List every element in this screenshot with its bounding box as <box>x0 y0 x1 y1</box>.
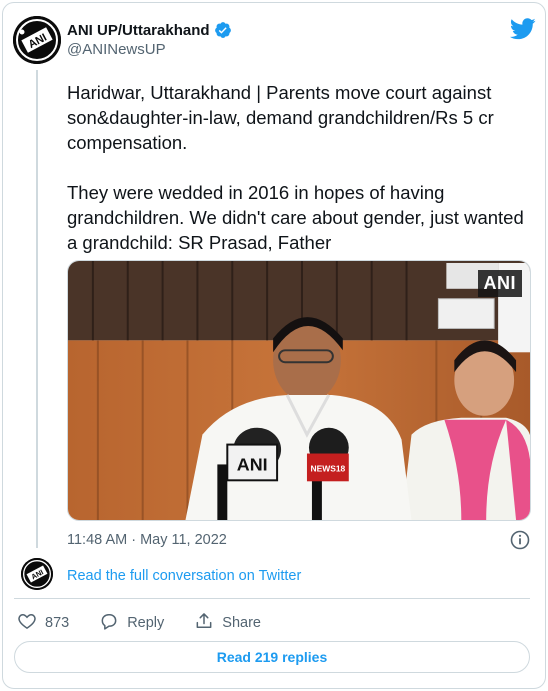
mic-label-news18: NEWS18 <box>310 463 345 473</box>
thread-connector-line <box>36 70 38 548</box>
media-watermark: ANI <box>477 270 522 297</box>
share-icon <box>194 611 214 635</box>
author-handle[interactable]: @ANINewsUP <box>67 41 232 58</box>
tweet-timestamp[interactable]: 11:48 AM · May 11, 2022 <box>67 532 227 548</box>
like-count: 873 <box>45 615 70 631</box>
info-icon[interactable] <box>510 530 530 550</box>
conversation-avatar[interactable]: ANI <box>21 558 53 590</box>
reply-label: Reply <box>127 615 165 631</box>
author-avatar[interactable]: ANI <box>13 16 61 64</box>
tweet-media-image[interactable]: ANI NEWS18 ANI <box>67 260 531 521</box>
read-conversation-link[interactable]: Read the full conversation on Twitter <box>67 568 301 584</box>
reply-icon <box>99 611 119 635</box>
twitter-bird-icon[interactable] <box>509 18 536 40</box>
author-display-name[interactable]: ANI UP/Uttarakhand <box>67 22 210 39</box>
tweet-text-paragraph: They were wedded in 2016 in hopes of hav… <box>67 182 524 253</box>
author-block[interactable]: ANI UP/Uttarakhand @ANINewsUP <box>67 21 232 58</box>
share-label: Share <box>222 615 261 631</box>
reply-button[interactable]: Reply <box>99 611 164 635</box>
read-replies-button[interactable]: Read 219 replies <box>14 641 530 673</box>
share-button[interactable]: Share <box>194 611 261 635</box>
tweet-text: Haridwar, Uttarakhand | Parents move cou… <box>67 80 532 255</box>
like-button[interactable]: 873 <box>17 611 69 635</box>
heart-icon <box>17 611 37 635</box>
tweet-text-paragraph: Haridwar, Uttarakhand | Parents move cou… <box>67 82 494 153</box>
mic-label-ani: ANI <box>237 454 268 474</box>
divider <box>14 598 530 599</box>
tweet-actions: 873 Reply Share <box>17 611 291 635</box>
verified-badge-icon <box>214 21 232 39</box>
